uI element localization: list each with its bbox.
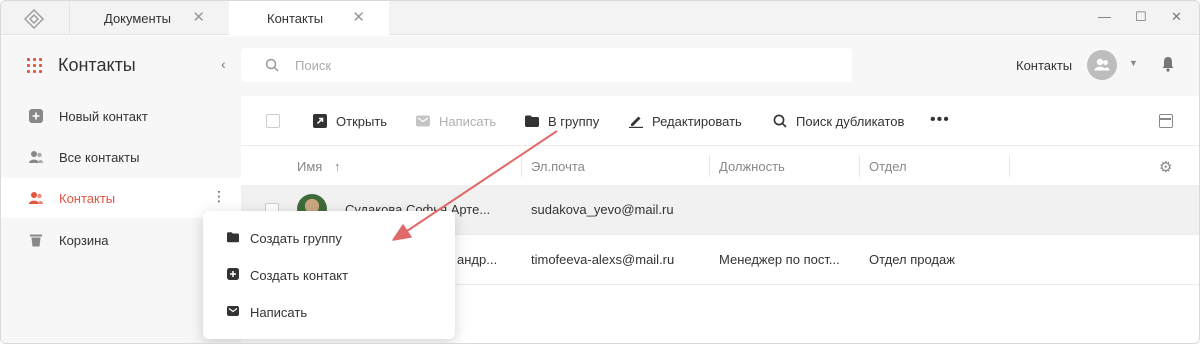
sidebar-header: Контакты ‹ [1, 36, 241, 96]
column-divider[interactable] [709, 155, 710, 177]
app-window: Документы ✕ Контакты ✕ — ☐ ✕ Контакты ‹ [0, 0, 1200, 344]
sidebar-title: Контакты [58, 55, 136, 75]
chevron-down-icon[interactable]: ▼ [1129, 58, 1138, 68]
write-button[interactable]: Написать [416, 113, 496, 129]
plus-square-icon [29, 109, 43, 123]
to-group-label: В группу [548, 113, 600, 129]
menu-item-write[interactable]: Написать [203, 294, 455, 330]
column-divider[interactable] [859, 155, 860, 177]
column-header-department[interactable]: Отдел [869, 159, 907, 174]
gear-icon[interactable]: ⚙ [1159, 158, 1172, 176]
close-tab-icon[interactable]: ✕ [352, 10, 365, 25]
column-divider[interactable] [521, 155, 522, 177]
cell-email: timofeeva-alexs@mail.ru [531, 252, 675, 267]
cell-department: Отдел продаж [869, 252, 955, 267]
menu-item-create-contact[interactable]: Создать контакт [203, 257, 455, 293]
tab-documents[interactable]: Документы ✕ [69, 1, 229, 35]
edit-button[interactable]: Редактировать [629, 113, 742, 129]
mail-icon [227, 306, 239, 316]
open-button[interactable]: Открыть [313, 113, 387, 129]
more-horizontal-icon[interactable]: ••• [930, 111, 950, 129]
cell-email: sudakova_yevo@mail.ru [531, 202, 674, 217]
toolbar: Открыть Написать В группу Редактировать [241, 96, 1199, 146]
search-placeholder: Поиск [295, 58, 332, 73]
title-bar: Документы ✕ Контакты ✕ — ☐ ✕ [1, 1, 1199, 36]
sidebar-item-label: Контакты [59, 190, 116, 206]
column-header-position[interactable]: Должность [719, 159, 785, 174]
minimize-icon[interactable]: — [1098, 10, 1111, 24]
mail-icon [416, 115, 430, 127]
menu-item-create-group[interactable]: Создать группу [203, 220, 455, 256]
sidebar-item-label: Все контакты [59, 149, 140, 165]
tab-contacts[interactable]: Контакты ✕ [229, 1, 389, 36]
column-header-email[interactable]: Эл.почта [531, 159, 585, 174]
context-menu: Создать группу Создать контакт Написать [203, 211, 455, 339]
tab-label: Контакты [267, 11, 324, 26]
find-duplicates-button[interactable]: Поиск дубликатов [773, 113, 904, 129]
open-label: Открыть [336, 113, 388, 129]
sidebar-item-all-contacts[interactable]: Все контакты [1, 137, 241, 177]
sidebar-item-label: Новый контакт [59, 108, 148, 124]
edit-label: Редактировать [652, 113, 742, 129]
column-divider[interactable] [1009, 155, 1010, 177]
avatar[interactable] [1087, 50, 1117, 80]
trash-icon [30, 234, 42, 247]
plus-square-icon [227, 268, 239, 280]
table-header: Имя ↑ Эл.почта Должность Отдел ⚙ [241, 147, 1199, 185]
section-label: Контакты [1016, 58, 1073, 73]
close-window-icon[interactable]: ✕ [1171, 10, 1182, 24]
apps-grid-icon[interactable] [27, 58, 43, 74]
bell-icon[interactable] [1161, 56, 1175, 72]
select-all-checkbox[interactable] [266, 114, 280, 128]
users-icon [1094, 58, 1110, 71]
sidebar-item-label: Корзина [59, 232, 109, 248]
cell-name: андр... [457, 252, 498, 267]
search-input[interactable]: Поиск [241, 48, 852, 82]
tab-label: Документы [104, 10, 172, 26]
users-icon [29, 192, 43, 204]
cell-position: Менеджер по пост... [719, 252, 840, 267]
pencil-icon [629, 116, 643, 128]
users-icon [29, 151, 43, 163]
more-vertical-icon[interactable]: ⋮ [212, 189, 226, 203]
write-label: Написать [439, 113, 497, 129]
app-logo-icon[interactable] [23, 8, 45, 30]
to-group-button[interactable]: В группу [525, 113, 599, 129]
close-tab-icon[interactable]: ✕ [192, 10, 205, 25]
sidebar-item-new-contact[interactable]: Новый контакт [1, 96, 241, 136]
search-icon [265, 58, 279, 72]
find-duplicates-label: Поиск дубликатов [796, 113, 905, 129]
menu-item-label: Создать группу [250, 230, 342, 246]
sort-up-icon[interactable]: ↑ [334, 159, 341, 174]
search-icon [773, 114, 787, 128]
column-label: Имя [297, 159, 323, 174]
folder-icon [227, 232, 239, 243]
menu-item-label: Создать контакт [250, 267, 349, 283]
maximize-icon[interactable]: ☐ [1135, 10, 1147, 24]
collapse-sidebar-icon[interactable]: ‹ [221, 56, 226, 72]
panel-layout-icon[interactable] [1159, 114, 1173, 128]
folder-icon [525, 115, 539, 127]
top-header: Поиск Контакты ▼ [241, 36, 1199, 96]
menu-item-label: Написать [250, 304, 308, 320]
column-header-name[interactable]: Имя ↑ [297, 159, 340, 174]
open-external-icon [313, 114, 327, 128]
